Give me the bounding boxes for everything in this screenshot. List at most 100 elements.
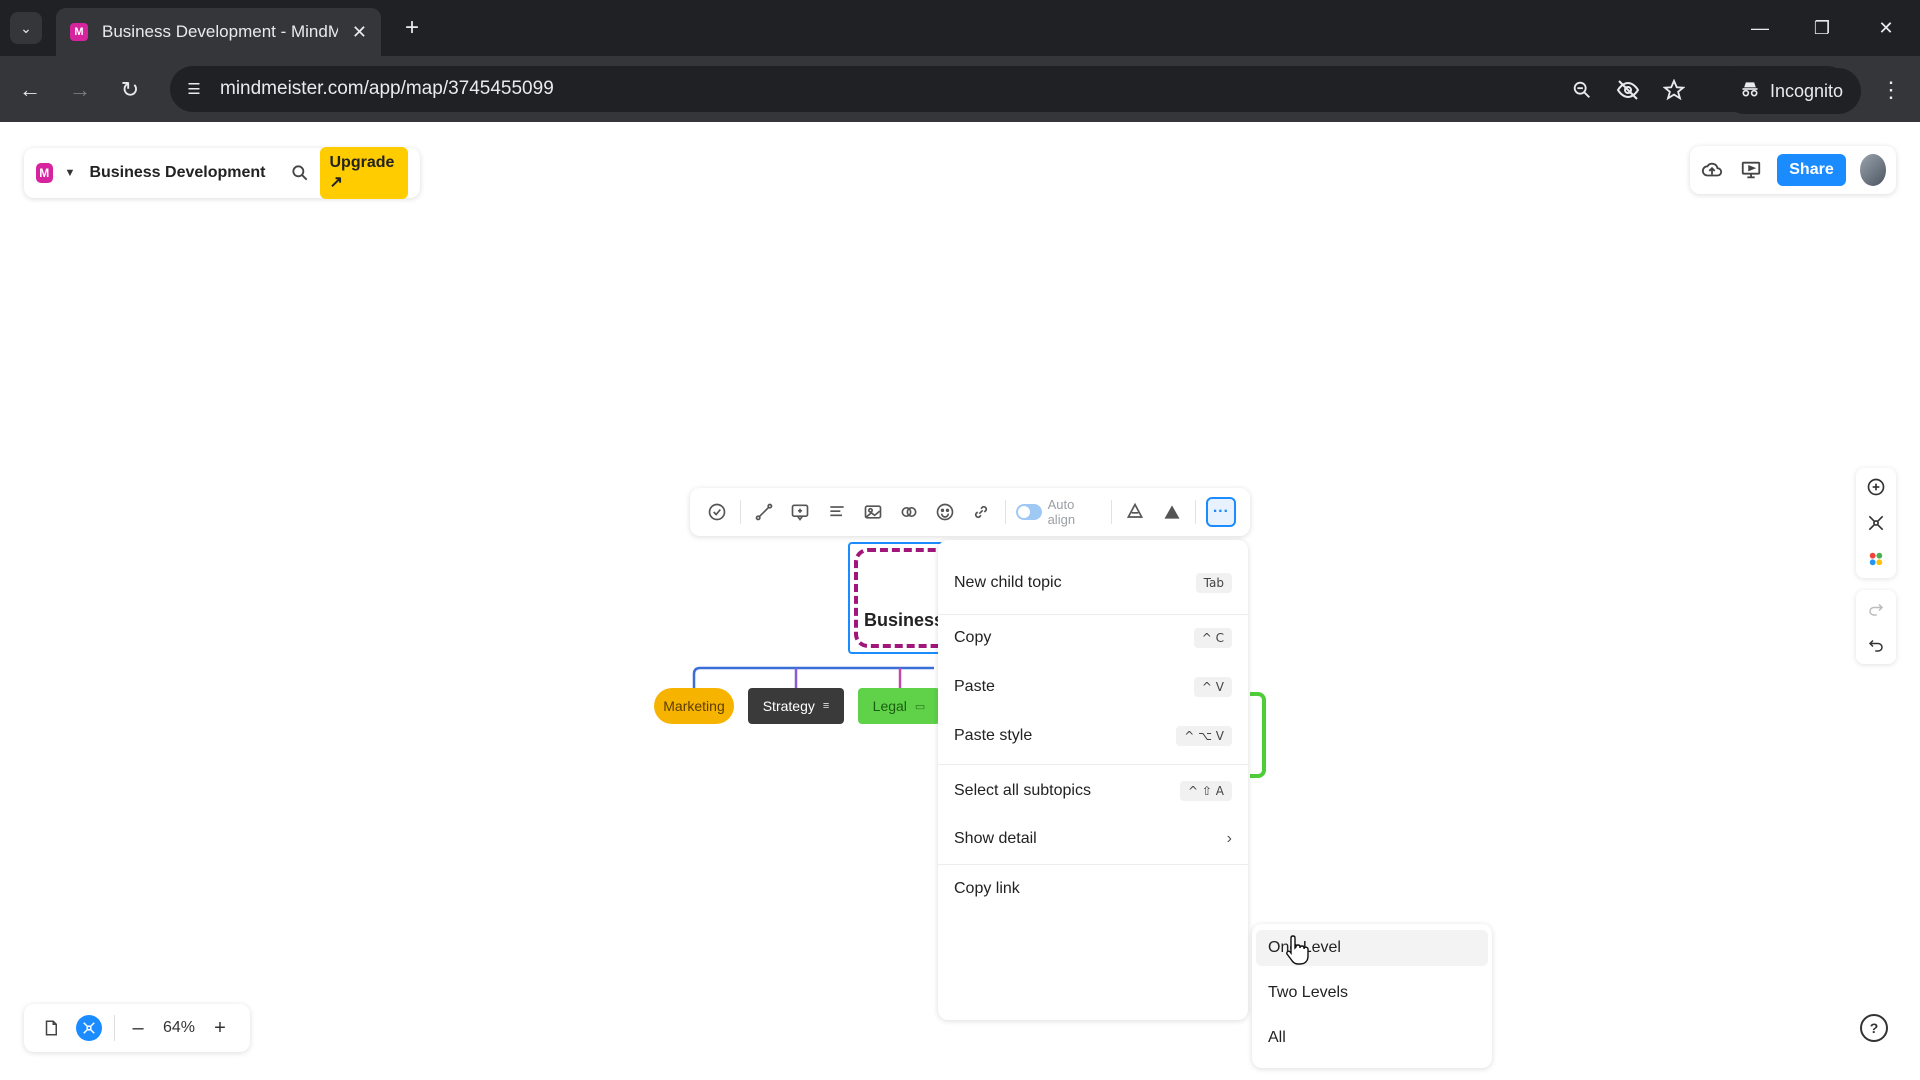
context-menu: New child topic Tab Copy ^ C Paste ^ V P… [938,540,1248,1020]
incognito-indicator[interactable]: Incognito [1722,68,1862,114]
right-toolbar-group [1856,590,1896,664]
submenu-item-label: All [1268,1029,1286,1046]
shortcut-badge: ^ ⇧ A [1180,781,1232,801]
tab-title: Business Development - MindMeister [102,22,338,41]
comment-icon: ▭ [914,700,926,713]
upgrade-button[interactable]: Upgrade ↗ [319,147,408,199]
toolbar-divider [1194,500,1196,524]
menu-item-label: Paste style [954,727,1033,744]
browser-menu-icon[interactable]: ⋮ [1876,70,1906,110]
redo-icon[interactable] [1863,596,1889,622]
zoom-bar: – 64% + [24,1004,250,1052]
attachment-icon[interactable] [896,498,922,526]
mindmap-view-icon[interactable] [76,1015,102,1041]
menu-item-show-detail[interactable]: Show detail › [938,818,1248,860]
add-topic-icon[interactable] [1863,474,1889,500]
search-icon[interactable] [290,163,310,183]
menu-item-copy-link[interactable]: Copy link [938,868,1248,910]
right-toolbar-group [1856,468,1896,578]
chevron-down-icon[interactable]: ▼ [65,167,76,179]
tab-search-button[interactable]: ⌄ [10,12,42,44]
close-window-button[interactable]: ✕ [1866,10,1906,46]
outline-view-icon[interactable] [38,1015,64,1041]
map-actions: Share [1690,146,1896,194]
toolbar-divider [1111,500,1113,524]
auto-align-label: Auto align [1047,497,1076,527]
restore-window-button[interactable]: ❐ [1802,10,1842,46]
browser-tab-strip: ⌄ M Business Development - MindMeister ✕… [0,0,1920,56]
shortcut-badge: ^ C [1193,628,1232,648]
auto-align-toggle[interactable]: Auto align [1015,497,1102,527]
submenu-item-all[interactable]: All [1256,1020,1488,1056]
new-tab-button[interactable]: + [396,12,428,44]
browser-toolbar: ← → ↻ ☰ mindmeister.com/app/map/37454550… [0,56,1920,122]
minimize-window-button[interactable]: — [1740,10,1780,46]
mindmap-canvas[interactable]: M ▼ Business Development Upgrade ↗ Share [0,122,1920,1080]
root-topic-label: Business [864,610,945,630]
menu-item-label: New child topic [954,574,1062,591]
shortcut-badge: Tab [1195,573,1232,593]
tab-close-icon[interactable]: ✕ [352,22,367,43]
toolbar-divider [1004,500,1006,524]
submenu-item-two-levels[interactable]: Two Levels [1256,975,1488,1011]
zoom-icon[interactable] [1568,76,1596,104]
mindmeister-favicon-icon: M [70,23,88,41]
share-button[interactable]: Share [1777,154,1846,186]
topic-marketing[interactable]: Marketing [654,688,734,724]
zoom-out-button[interactable]: – [127,1017,149,1040]
boundary-bracket[interactable] [1250,692,1266,778]
theme-palette-icon[interactable] [1863,546,1889,572]
eye-off-icon[interactable] [1614,76,1642,104]
emoji-icon[interactable] [932,498,958,526]
root-topic[interactable]: Business [848,542,976,654]
map-title[interactable]: Business Development [89,164,265,182]
menu-divider [938,864,1248,865]
submenu-item-label: Two Levels [1268,984,1349,1001]
menu-item-label: Paste [954,678,995,695]
toolbar-divider [740,500,742,524]
shortcut-badge: ^ ⌥ V [1176,726,1232,746]
url-text[interactable]: mindmeister.com/app/map/3745455099 [220,78,554,100]
address-bar[interactable]: ☰ mindmeister.com/app/map/3745455099 [170,66,1850,112]
avatar[interactable] [1859,154,1886,186]
shortcut-badge: ^ V [1193,677,1232,697]
image-icon[interactable] [860,498,886,526]
comment-icon[interactable] [787,498,813,526]
menu-item-label: Copy [954,629,992,646]
chevron-right-icon: › [1226,830,1232,847]
menu-item-paste[interactable]: Paste ^ V [938,666,1248,708]
mindmeister-logo-icon[interactable]: M [36,163,53,183]
undo-icon[interactable] [1863,632,1889,658]
zoom-in-button[interactable]: + [209,1017,231,1040]
topic-label: Strategy [762,698,815,714]
menu-item-new-child-topic[interactable]: New child topic Tab [938,562,1248,604]
zoom-level[interactable]: 64% [161,1019,197,1037]
menu-item-label: Select all subtopics [954,782,1091,799]
topic-legal[interactable]: Legal ▭ [858,688,940,724]
forward-button[interactable]: → [62,72,98,108]
more-options-button[interactable]: ··· [1205,497,1236,527]
export-cloud-icon[interactable] [1700,155,1725,185]
task-check-icon[interactable] [704,498,730,526]
shape-icon[interactable] [1159,498,1185,526]
menu-divider [938,764,1248,765]
style-paint-icon[interactable] [1122,498,1148,526]
menu-item-select-all-subtopics[interactable]: Select all subtopics ^ ⇧ A [938,770,1248,812]
reload-button[interactable]: ↻ [112,72,148,108]
link-icon[interactable] [968,498,994,526]
help-icon[interactable]: ? [1860,1014,1888,1042]
topic-strategy[interactable]: Strategy ≡ [748,688,844,724]
menu-item-copy[interactable]: Copy ^ C [938,617,1248,659]
bookmark-star-icon[interactable] [1660,76,1688,104]
notes-icon[interactable] [824,498,850,526]
menu-divider [938,614,1248,615]
presentation-icon[interactable] [1739,155,1764,185]
toggle-switch[interactable] [1015,504,1042,520]
connection-icon[interactable] [751,498,777,526]
menu-item-label: Copy link [954,880,1020,897]
site-info-icon[interactable]: ☰ [182,77,206,101]
back-button[interactable]: ← [12,72,48,108]
menu-item-paste-style[interactable]: Paste style ^ ⌥ V [938,715,1248,757]
browser-tab-active[interactable]: M Business Development - MindMeister ✕ [56,8,381,56]
map-layout-icon[interactable] [1863,510,1889,536]
